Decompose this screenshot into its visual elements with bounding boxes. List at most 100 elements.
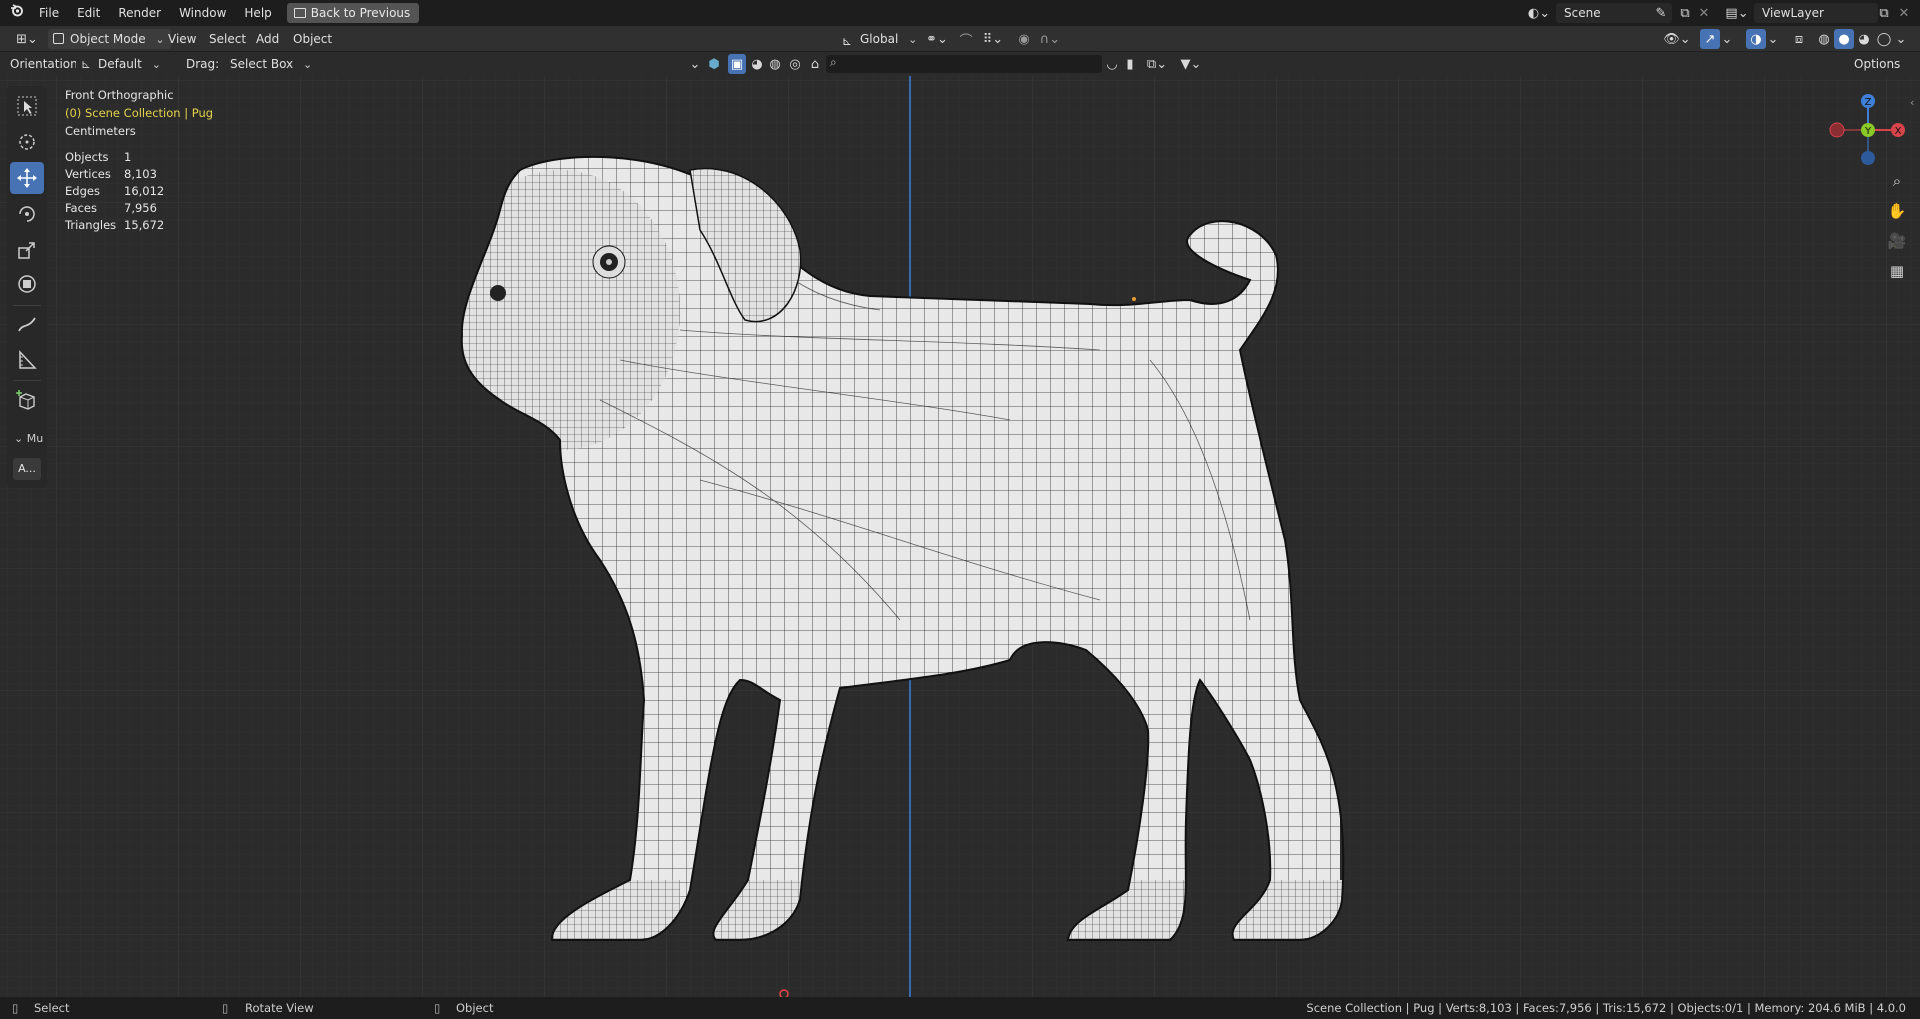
viewlayer-name-text: ViewLayer (1762, 6, 1824, 20)
zoom-magnifier-icon[interactable]: ⌕ (1885, 169, 1909, 193)
toolbar-divider (13, 305, 41, 306)
gizmo-dropdown-icon[interactable]: ⌄ (1720, 29, 1734, 49)
add-cube-icon (16, 390, 35, 410)
snap-icon[interactable]: ⌒ (956, 29, 976, 49)
menu-help[interactable]: Help (235, 0, 280, 26)
sidebar-toggle-icon[interactable]: ‹ (1910, 96, 1914, 109)
rotate-tool[interactable] (10, 198, 44, 230)
transform-orientation-label: Global (860, 32, 899, 46)
drag-value: Select Box (230, 57, 294, 71)
ortho-grid-icon[interactable]: ▦ (1885, 259, 1909, 283)
pivot-point-icon[interactable]: ⚭⌄ (922, 29, 952, 49)
overlays-dropdown-icon[interactable]: ⌄ (1766, 29, 1780, 49)
scale-tool[interactable] (10, 234, 44, 266)
cursor-tool[interactable] (10, 126, 44, 158)
camera-view-icon[interactable]: 🎥 (1885, 229, 1909, 253)
select-box-tool[interactable] (10, 90, 44, 122)
options-label: Options (1854, 57, 1901, 71)
status-select-hint: Select (34, 1001, 70, 1015)
filter-sphere-icon[interactable]: ◕ (748, 54, 766, 74)
editor-type-icon[interactable]: ⊞⌄ (12, 29, 42, 49)
filter-globe-icon[interactable]: ◍ (766, 54, 784, 74)
asset-library-icon[interactable]: ◡ (1104, 54, 1120, 74)
shading-rendered-icon[interactable]: ◯ (1874, 29, 1894, 49)
orientation-axes-icon: ⊾ (842, 34, 853, 48)
status-bar: ▯ Select ▯ Rotate View ▯ Object Scene Co… (0, 997, 1920, 1019)
scene-browse-icon[interactable]: ◐⌄ (1524, 3, 1554, 23)
drag-dropdown[interactable]: Select Box (224, 54, 319, 74)
operator-panel-toggle[interactable]: ⌄ Mu (14, 432, 43, 445)
gizmo-y-label: Y (1864, 126, 1872, 137)
menu-view[interactable]: View (162, 29, 202, 49)
shading-material-icon[interactable]: ◕ (1854, 29, 1874, 49)
mode-label: Object Mode (70, 32, 146, 46)
object-type-filter-icon[interactable]: ⬢ (704, 54, 724, 74)
search-icon: ⌕ (830, 55, 837, 69)
xray-toggle-icon[interactable]: ⧈ (1789, 29, 1809, 49)
fullscreen-back-icon (293, 8, 306, 18)
shading-solid-icon[interactable]: ● (1834, 29, 1854, 49)
stat-row-objects: Objects 1 (65, 149, 164, 166)
viewport-header: ⊞⌄ Object Mode View Select Add Object ⊾ … (0, 26, 1920, 52)
scene-name-text: Scene (1564, 6, 1601, 20)
filter-stamp-icon[interactable]: ⌂ (806, 54, 824, 74)
stat-label: Vertices (65, 167, 111, 181)
stat-label: Faces (65, 201, 97, 215)
new-scene-icon[interactable]: ⧉ (1675, 3, 1695, 23)
measure-tool[interactable] (10, 344, 44, 376)
bookmark-icon[interactable]: ▮ (1122, 54, 1138, 74)
unit-system: Centimeters (65, 124, 136, 138)
gizmo-toggle-icon[interactable]: ↗ (1700, 29, 1720, 49)
delete-scene-icon[interactable]: ✕ (1694, 3, 1714, 23)
annotate-tool[interactable] (10, 308, 44, 340)
stat-row-edges: Edges 16,012 (65, 183, 164, 200)
3d-viewport[interactable]: Front Orthographic (0) Scene Collection … (0, 76, 1920, 997)
menu-select[interactable]: Select (203, 29, 252, 49)
filter-mesh-icon[interactable]: ▣ (728, 54, 746, 74)
back-to-previous-button[interactable]: Back to Previous (286, 3, 420, 23)
viewlayer-browse-icon[interactable]: ▤⌄ (1722, 3, 1752, 23)
collapse-chevron-icon[interactable]: ⌄ (688, 54, 702, 74)
gizmo-neg-x-axis (1829, 122, 1845, 138)
transform-orientation-dropdown[interactable]: ⊾ Global (836, 29, 923, 49)
gizmo-neg-z-axis (1861, 151, 1875, 165)
add-cube-tool[interactable] (10, 384, 44, 416)
menu-window[interactable]: Window (170, 0, 235, 26)
filter-world-icon[interactable]: ◎ (786, 54, 804, 74)
orientation-dropdown[interactable]: ⊾ Default (76, 54, 172, 74)
menu-edit[interactable]: Edit (68, 0, 109, 26)
shading-dropdown-icon[interactable]: ⌄ (1894, 29, 1908, 49)
filter-funnel-icon[interactable]: ▼⌄ (1176, 54, 1206, 74)
top-menubar: File Edit Render Window Help Back to Pre… (0, 0, 1920, 26)
menu-add[interactable]: Add (250, 29, 285, 49)
menu-object[interactable]: Object (287, 29, 338, 49)
view-name: Front Orthographic (65, 88, 174, 102)
menu-file[interactable]: File (30, 0, 68, 26)
proportional-editing-icon[interactable]: ◉ (1014, 29, 1034, 49)
shading-wireframe-icon[interactable]: ◍ (1814, 29, 1834, 49)
transform-tool[interactable] (10, 268, 44, 300)
pin-icon[interactable]: ✎ (1651, 3, 1671, 23)
tool-shelf: ⌄ Mu A... (7, 86, 47, 488)
stat-value: 1 (124, 150, 132, 164)
import-method-icon[interactable]: ⧉⌄ (1142, 54, 1172, 74)
toolbar-divider (13, 380, 41, 381)
operator-panel-button[interactable]: A... (13, 458, 41, 480)
move-tool[interactable] (10, 162, 44, 194)
options-dropdown[interactable]: Options (1848, 54, 1920, 74)
mode-dropdown[interactable]: Object Mode (48, 29, 171, 49)
asset-search-input[interactable]: ⌕ (826, 55, 1102, 73)
falloff-curve-icon[interactable]: ∩⌄ (1036, 29, 1064, 49)
pan-hand-icon[interactable]: ✋ (1885, 199, 1909, 223)
visibility-icon[interactable]: 👁⌄ (1662, 29, 1692, 49)
new-viewlayer-icon[interactable]: ⧉ (1874, 3, 1894, 23)
blender-logo-icon[interactable] (0, 0, 30, 26)
overlays-toggle-icon[interactable]: ◑ (1746, 29, 1766, 49)
viewlayer-name-field[interactable]: ViewLayer (1754, 3, 1878, 23)
delete-viewlayer-icon[interactable]: ✕ (1894, 3, 1914, 23)
object-origin-point (1132, 297, 1136, 301)
snap-target-icon[interactable]: ⠿⌄ (978, 29, 1008, 49)
menu-render[interactable]: Render (109, 0, 170, 26)
navigation-gizmo[interactable]: Z X Y (1823, 85, 1913, 175)
stat-label: Edges (65, 184, 100, 198)
